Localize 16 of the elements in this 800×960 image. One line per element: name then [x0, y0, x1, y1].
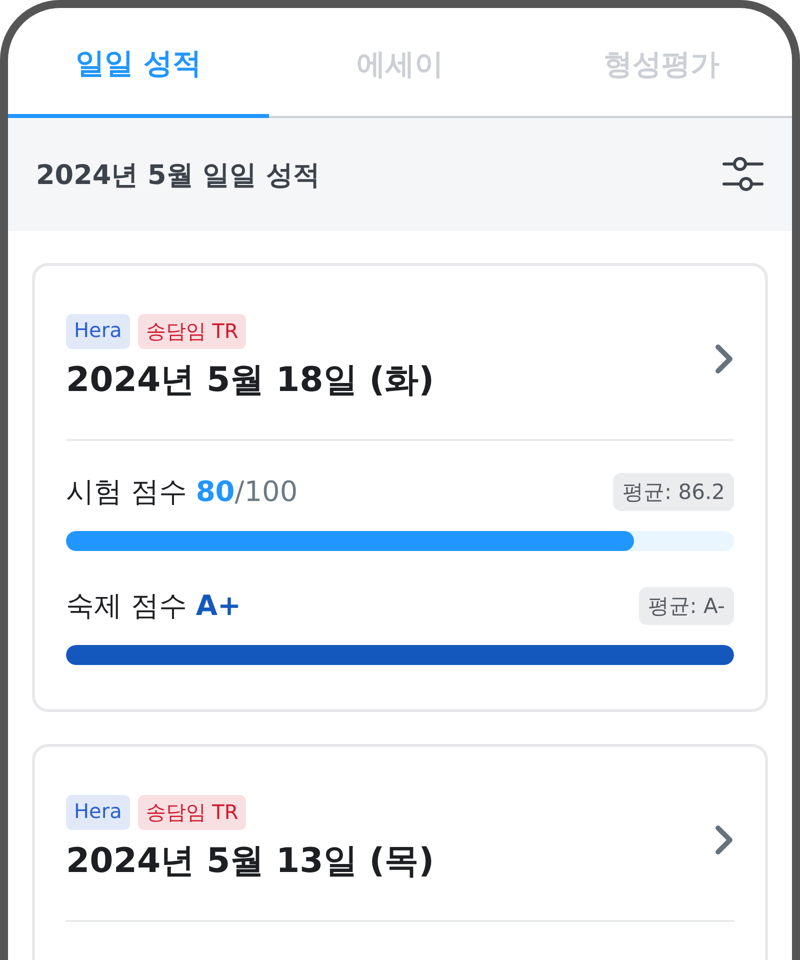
tag: 송담임 TR — [138, 314, 246, 349]
score-label: 숙제 점수 A+ — [66, 588, 241, 624]
tag: Hera — [66, 795, 130, 830]
score-card[interactable]: Hera 송담임 TR 2024년 5월 18일 (화) 시험 점수 80/100 평균: 86.2 숙제 점수 A+ 평균: A- — [32, 263, 768, 712]
card-title: 2024년 5월 13일 (목) — [66, 840, 434, 883]
tag: Hera — [66, 314, 130, 349]
chevron-icon[interactable] — [714, 824, 734, 856]
section-title: 2024년 5월 일일 성적 — [36, 158, 320, 192]
score-label: 시험 점수 80/100 — [66, 474, 298, 510]
average-badge: 평균: 86.2 — [613, 473, 734, 511]
filter-icon[interactable] — [722, 156, 764, 192]
average-badge: 평균: A- — [638, 587, 734, 625]
tag: 송담임 TR — [138, 795, 246, 830]
chevron-icon[interactable] — [714, 342, 734, 374]
score-card[interactable]: Hera 송담임 TR 2024년 5월 13일 (목) — [32, 744, 768, 960]
card-title: 2024년 5월 18일 (화) — [66, 359, 434, 402]
